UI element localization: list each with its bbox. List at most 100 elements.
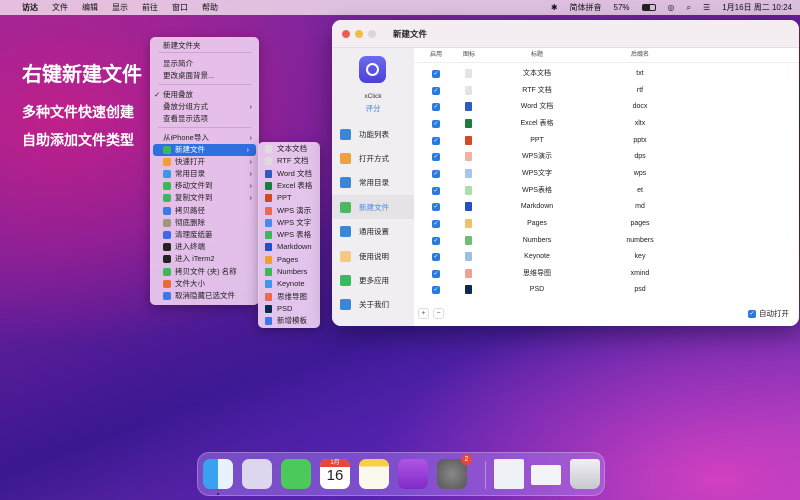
menu-go[interactable]: 前往 — [142, 2, 158, 13]
submenu-item[interactable]: WPS 演示 — [258, 205, 320, 217]
menu-edit[interactable]: 编辑 — [82, 2, 98, 13]
enabled-checkbox[interactable]: ✓ — [432, 286, 440, 295]
sidebar-item[interactable]: 功能列表 — [332, 122, 414, 146]
submenu-item[interactable]: WPS 表格 — [258, 229, 320, 241]
context-menu-item[interactable]: 彻底删除 — [150, 217, 259, 229]
notes-icon[interactable] — [359, 459, 389, 489]
enabled-checkbox[interactable]: ✓ — [432, 103, 440, 112]
header-suffix[interactable]: 后缀名 — [631, 48, 649, 63]
context-menu-item[interactable]: 取消隐藏已选文件 — [150, 290, 259, 302]
context-menu-item[interactable]: 文件大小 — [150, 278, 259, 290]
enabled-checkbox[interactable]: ✓ — [432, 219, 440, 228]
submenu-item[interactable]: Excel 表格 — [258, 180, 320, 192]
system-settings-icon[interactable]: 2 — [437, 454, 472, 489]
menu-view[interactable]: 显示 — [112, 2, 128, 13]
finder-icon[interactable] — [203, 459, 233, 489]
input-method[interactable]: 简体拼音 — [570, 2, 602, 13]
submenu-item[interactable]: 思维导图 — [258, 291, 320, 303]
window-title: 新建文件 — [393, 28, 428, 39]
submenu-item[interactable]: RTF 文档 — [258, 155, 320, 167]
enabled-checkbox[interactable]: ✓ — [432, 119, 440, 128]
close-button[interactable] — [342, 29, 350, 38]
context-menu-item[interactable]: 进入 iTerm2 — [150, 253, 259, 265]
submenu-item[interactable]: PPT — [258, 192, 320, 204]
context-menu-item[interactable]: 更改桌面背景... — [150, 70, 259, 82]
context-menu-item[interactable]: ✓ 使用叠放 — [150, 89, 259, 101]
sidebar-item[interactable]: 关于我们 — [332, 293, 414, 317]
context-menu-item[interactable]: 从iPhone导入 › — [150, 132, 259, 144]
checkbox-icon: ✓ — [748, 309, 756, 318]
enabled-checkbox[interactable]: ✓ — [432, 203, 440, 212]
context-menu-item[interactable]: 新建文件夹 — [150, 40, 259, 52]
control-center-icon[interactable]: ☰ — [703, 3, 710, 12]
zoom-button[interactable] — [368, 29, 376, 38]
submenu-item[interactable]: PSD — [258, 303, 320, 315]
menu-finder[interactable]: 访达 — [22, 2, 38, 13]
header-enabled[interactable]: 启用 — [430, 48, 442, 63]
enabled-checkbox[interactable]: ✓ — [432, 153, 440, 162]
submenu-item[interactable]: Markdown — [258, 241, 320, 253]
battery-icon[interactable] — [641, 4, 656, 11]
minimize-button[interactable] — [355, 29, 363, 38]
submenu-item[interactable]: 文本文档 — [258, 143, 320, 155]
enabled-checkbox[interactable]: ✓ — [432, 269, 440, 278]
file-types-table: 启用 图标 标题 后缀名 + − ✓ 自动打开 ✓ 文本文档 txt ✓ RTF 文档 rt… — [414, 48, 799, 326]
enabled-checkbox[interactable]: ✓ — [432, 253, 440, 262]
menu-help[interactable]: 帮助 — [202, 2, 218, 13]
sidebar-item[interactable]: 常用目录 — [332, 171, 414, 195]
enabled-checkbox[interactable]: ✓ — [432, 236, 440, 245]
rate-link[interactable]: 评分 — [332, 103, 414, 114]
menu-window[interactable]: 窗口 — [172, 2, 188, 13]
sidebar-item[interactable]: 更多应用 — [332, 268, 414, 292]
submenu-item[interactable]: WPS 文字 — [258, 217, 320, 229]
context-menu-item[interactable]: 新建文件 › — [153, 144, 256, 156]
podcasts-icon[interactable] — [398, 459, 428, 489]
enabled-checkbox[interactable]: ✓ — [432, 169, 440, 178]
table-row: ✓ Word 文档 docx — [414, 99, 799, 115]
add-button[interactable]: + — [418, 308, 429, 319]
launchpad-icon[interactable] — [242, 459, 272, 489]
context-menu-item[interactable]: 查看显示选项 — [150, 113, 259, 125]
search-icon[interactable]: ⌕ — [687, 3, 691, 13]
bluetooth-icon[interactable]: ✱ — [551, 3, 558, 12]
header-title[interactable]: 标题 — [531, 48, 543, 63]
submenu-item[interactable]: Numbers — [258, 266, 320, 278]
enabled-checkbox[interactable]: ✓ — [432, 136, 440, 145]
enabled-checkbox[interactable]: ✓ — [432, 70, 440, 78]
dock-separator — [485, 461, 486, 489]
sidebar-item[interactable]: 使用说明 — [332, 244, 414, 268]
battery-percent[interactable]: 57% — [614, 3, 630, 12]
menu-file[interactable]: 文件 — [52, 2, 68, 13]
sidebar-item-label: 更多应用 — [359, 275, 389, 285]
context-menu-item[interactable]: 常用目录 › — [150, 168, 259, 180]
certificate-document-icon[interactable] — [494, 459, 524, 489]
sidebar-item[interactable]: 打开方式 — [332, 146, 414, 170]
submenu-item[interactable]: Word 文档 — [258, 168, 320, 180]
sidebar-item[interactable]: 通用设置 — [332, 220, 414, 244]
sidebar-item[interactable]: 新建文件 — [332, 195, 414, 220]
auto-open-checkbox[interactable]: ✓ 自动打开 — [748, 308, 789, 319]
context-menu-item[interactable]: 清理废纸篓 — [150, 229, 259, 241]
wifi-icon[interactable]: ◎ — [668, 3, 675, 12]
context-menu-item[interactable]: 拷贝文件 (夹) 名称 — [150, 266, 259, 278]
trash-icon[interactable] — [570, 459, 600, 489]
calendar-icon[interactable]: 1月 16 — [320, 459, 350, 489]
context-menu-item[interactable]: 移动文件到 › — [150, 180, 259, 192]
screenshot-stack-icon[interactable] — [531, 465, 561, 485]
header-icon[interactable]: 图标 — [463, 48, 475, 63]
facetime-icon[interactable] — [281, 459, 311, 489]
submenu-item[interactable]: Keynote — [258, 278, 320, 290]
context-menu-item[interactable]: 进入终端 — [150, 241, 259, 253]
submenu-item[interactable]: Pages — [258, 254, 320, 266]
context-menu-item[interactable]: 显示简介 — [150, 58, 259, 70]
context-menu-item[interactable]: 复制文件到 › — [150, 192, 259, 204]
clock[interactable]: 1月16日 周二 10:24 — [722, 2, 792, 13]
context-menu-item[interactable]: 叠放分组方式 › — [150, 101, 259, 113]
context-menu-item[interactable]: 快速打开 › — [150, 156, 259, 168]
enabled-checkbox[interactable]: ✓ — [432, 186, 440, 195]
enabled-checkbox[interactable]: ✓ — [432, 86, 440, 95]
remove-button[interactable]: − — [433, 308, 444, 319]
row-title: PPT — [530, 136, 544, 144]
context-menu-item[interactable]: 拷贝路径 — [150, 205, 259, 217]
submenu-item[interactable]: 新增模板 — [258, 315, 320, 327]
